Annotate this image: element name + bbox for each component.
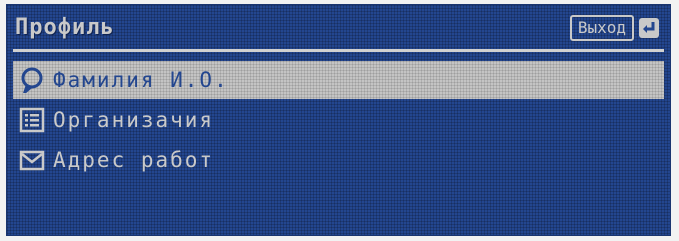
header-divider — [13, 49, 664, 52]
menu-item-label: Фамилия И.О. — [53, 68, 229, 92]
list-icon — [19, 107, 45, 133]
person-icon — [21, 67, 43, 93]
lcd-screen: Профиль Выход Фамилия И.О. Организачия А… — [6, 4, 671, 236]
menu-item-work-address[interactable]: Адрес работ — [13, 141, 664, 179]
page-title: Профиль — [15, 15, 115, 40]
profile-menu: Фамилия И.О. Организачия Адрес работ — [13, 61, 664, 181]
envelope-icon — [19, 150, 45, 171]
menu-item-label: Адрес работ — [53, 148, 215, 172]
menu-item-label: Организачия — [53, 108, 215, 132]
return-arrow-icon — [639, 18, 659, 38]
menu-item-full-name[interactable]: Фамилия И.О. — [13, 61, 664, 99]
menu-item-organization[interactable]: Организачия — [13, 101, 664, 139]
exit-button[interactable]: Выход — [569, 15, 660, 41]
exit-button-label: Выход — [569, 15, 634, 41]
